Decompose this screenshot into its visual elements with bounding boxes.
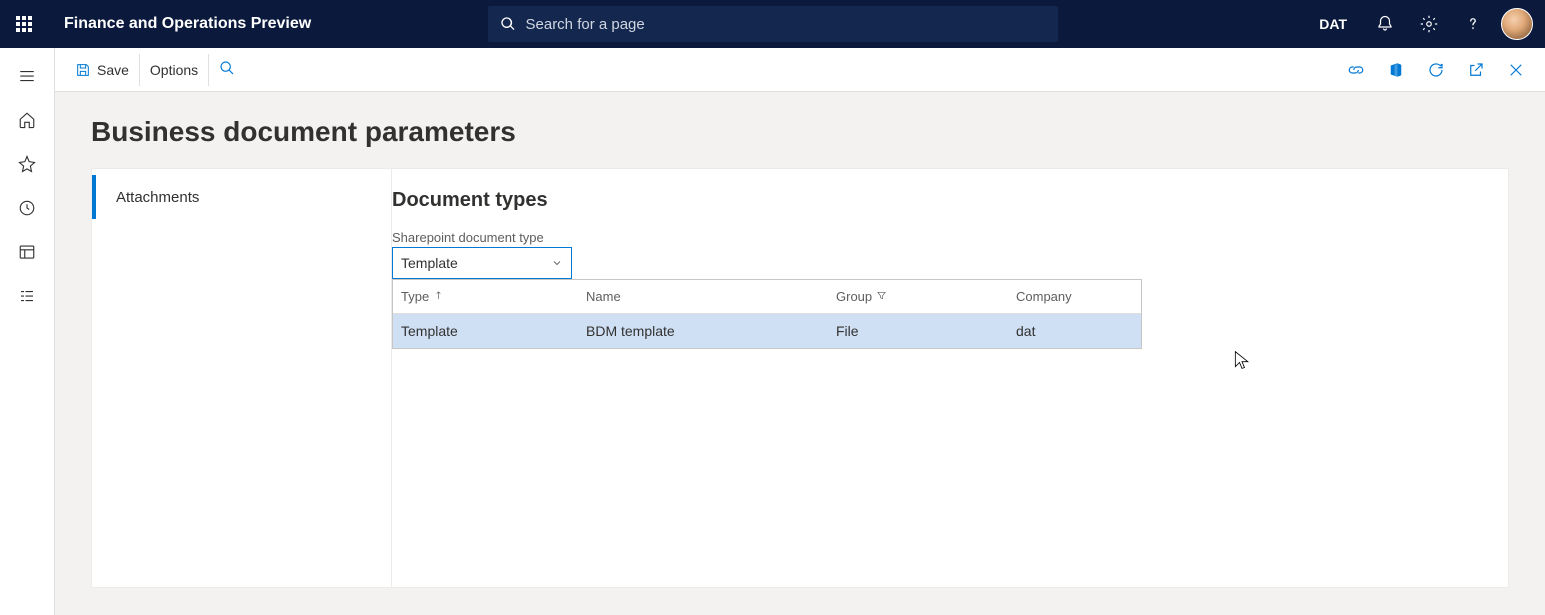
lookup-grid: Type Name Group (392, 279, 1142, 349)
lookup-cell-type: Template (393, 323, 578, 339)
main-area: Save Options (55, 48, 1545, 615)
help-button[interactable] (1451, 0, 1495, 48)
section-title: Document types (392, 189, 1508, 212)
options-label: Options (150, 62, 198, 78)
home-icon (18, 111, 36, 129)
tab-list: Attachments (92, 169, 392, 587)
link-icon (1347, 61, 1365, 79)
save-button[interactable]: Save (65, 54, 140, 86)
tab-attachments-label: Attachments (116, 189, 199, 206)
lookup-header-type-label: Type (401, 289, 429, 304)
action-search-button[interactable] (209, 60, 245, 79)
popout-button[interactable] (1467, 61, 1485, 79)
question-icon (1464, 15, 1482, 33)
notifications-button[interactable] (1363, 0, 1407, 48)
lookup-cell-name: BDM template (578, 323, 828, 339)
user-avatar[interactable] (1501, 8, 1533, 40)
clock-icon (18, 199, 36, 217)
legal-entity-label[interactable]: DAT (1319, 16, 1347, 32)
refresh-button[interactable] (1427, 61, 1445, 79)
sort-asc-icon (433, 289, 444, 304)
close-button[interactable] (1507, 61, 1525, 79)
left-nav-rail (0, 48, 55, 615)
save-icon (75, 62, 91, 78)
page-title: Business document parameters (91, 116, 1509, 148)
lookup-row[interactable]: Template BDM template File dat (393, 314, 1141, 348)
sharepoint-type-value: Template (401, 255, 458, 271)
lookup-header-type[interactable]: Type (393, 289, 578, 304)
save-label: Save (97, 62, 129, 78)
office-icon (1387, 61, 1405, 79)
tab-attachments[interactable]: Attachments (92, 169, 391, 225)
refresh-icon (1427, 61, 1445, 79)
lookup-header-row: Type Name Group (393, 280, 1141, 314)
page-content: Business document parameters Attachments… (55, 92, 1545, 612)
global-search[interactable] (488, 6, 1058, 42)
parameters-panel: Attachments Document types Sharepoint do… (91, 168, 1509, 588)
lookup-header-name-label: Name (586, 289, 621, 304)
chevron-down-icon (551, 257, 563, 269)
action-pane: Save Options (55, 48, 1545, 92)
attach-button[interactable] (1347, 61, 1365, 79)
nav-recent-button[interactable] (7, 188, 47, 228)
nav-modules-button[interactable] (7, 276, 47, 316)
star-icon (18, 155, 36, 173)
lookup-header-company-label: Company (1016, 289, 1072, 304)
search-input[interactable] (526, 16, 1046, 33)
options-button[interactable]: Options (140, 54, 209, 86)
popout-icon (1467, 61, 1485, 79)
app-launcher-button[interactable] (0, 0, 48, 48)
hamburger-icon (18, 67, 36, 85)
bell-icon (1376, 15, 1394, 33)
waffle-icon (16, 16, 32, 32)
modules-icon (18, 287, 36, 305)
filter-icon (876, 289, 887, 304)
workspace-icon (18, 243, 36, 261)
close-icon (1507, 61, 1525, 79)
nav-expand-button[interactable] (7, 56, 47, 96)
lookup-header-name[interactable]: Name (578, 289, 828, 304)
search-icon (500, 16, 516, 32)
app-title: Finance and Operations Preview (64, 15, 311, 33)
lookup-cell-group: File (828, 323, 1008, 339)
nav-workspaces-button[interactable] (7, 232, 47, 272)
lookup-header-group-label: Group (836, 289, 872, 304)
top-right-controls: DAT (1319, 0, 1545, 48)
nav-home-button[interactable] (7, 100, 47, 140)
sharepoint-type-combo[interactable]: Template (392, 247, 572, 279)
settings-button[interactable] (1407, 0, 1451, 48)
gear-icon (1420, 15, 1438, 33)
office-button[interactable] (1387, 61, 1405, 79)
action-right-group (1347, 61, 1535, 79)
search-icon (219, 60, 235, 76)
lookup-header-company[interactable]: Company (1008, 289, 1141, 304)
lookup-cell-company: dat (1008, 323, 1141, 339)
top-nav-bar: Finance and Operations Preview DAT (0, 0, 1545, 48)
nav-favorites-button[interactable] (7, 144, 47, 184)
sharepoint-type-label: Sharepoint document type (392, 230, 1142, 245)
lookup-header-group[interactable]: Group (828, 289, 1008, 304)
form-area: Document types Sharepoint document type … (392, 169, 1508, 587)
